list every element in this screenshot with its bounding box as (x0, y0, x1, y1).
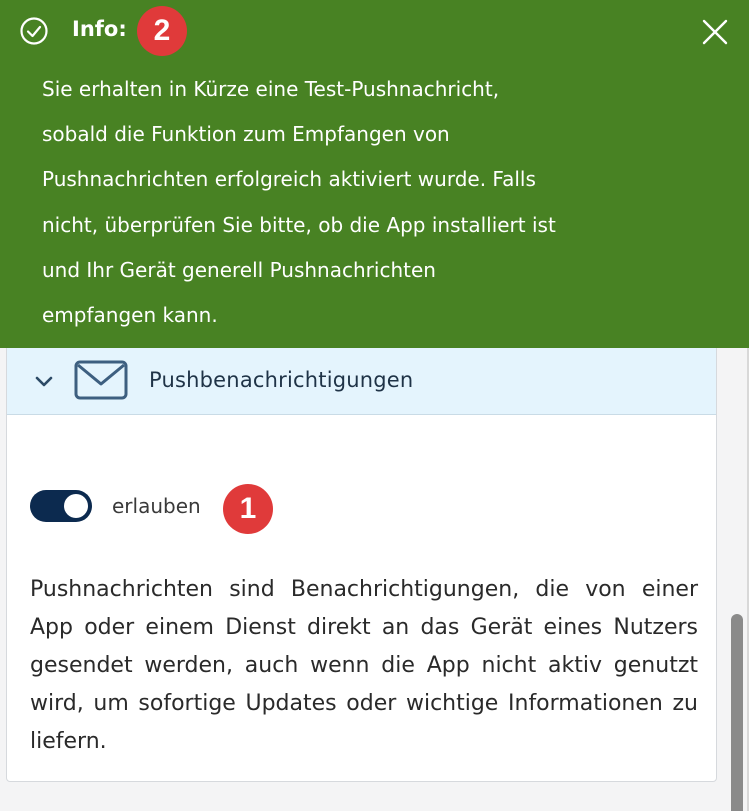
toggle-knob (64, 494, 88, 518)
info-banner: Info: Sie erhalten in Kürze eine Test-Pu… (0, 0, 749, 348)
description-text: Pushnachrichten sind Benachrichtigungen,… (30, 577, 698, 754)
envelope-icon (74, 360, 128, 400)
check-circle-icon (20, 17, 48, 45)
banner-line: Pushnachrichten erfolgreich aktiviert wu… (42, 167, 536, 192)
push-settings-card: Pushbenachrichtigungen erlauben 1 Pushna… (6, 300, 717, 782)
banner-message: Sie erhalten in Kürze eine Test-Pushnach… (42, 67, 682, 338)
section-title: Pushbenachrichtigungen (149, 368, 414, 392)
banner-line: Sie erhalten in Kürze eine Test-Pushnach… (42, 77, 500, 101)
toggle-label: erlauben (112, 494, 201, 518)
step-badge-2: 2 (137, 6, 187, 56)
banner-line: und Ihr Gerät generell Pushnachrichten (42, 257, 436, 282)
banner-line: empfangen kann. (42, 303, 218, 328)
banner-title: Info: (72, 17, 127, 41)
step-badge-1: 1 (223, 484, 273, 534)
allow-push-toggle[interactable] (30, 490, 92, 522)
section-header-pushbenachrichtigungen[interactable]: Pushbenachrichtigungen (7, 348, 716, 415)
scrollbar-thumb[interactable] (731, 614, 743, 811)
banner-line: sobald die Funktion zum Empfangen von (42, 122, 450, 147)
banner-line: nicht, überprüfen Sie bitte, ob die App … (42, 212, 556, 237)
close-icon[interactable] (701, 18, 729, 46)
chevron-down-icon[interactable] (33, 370, 55, 392)
